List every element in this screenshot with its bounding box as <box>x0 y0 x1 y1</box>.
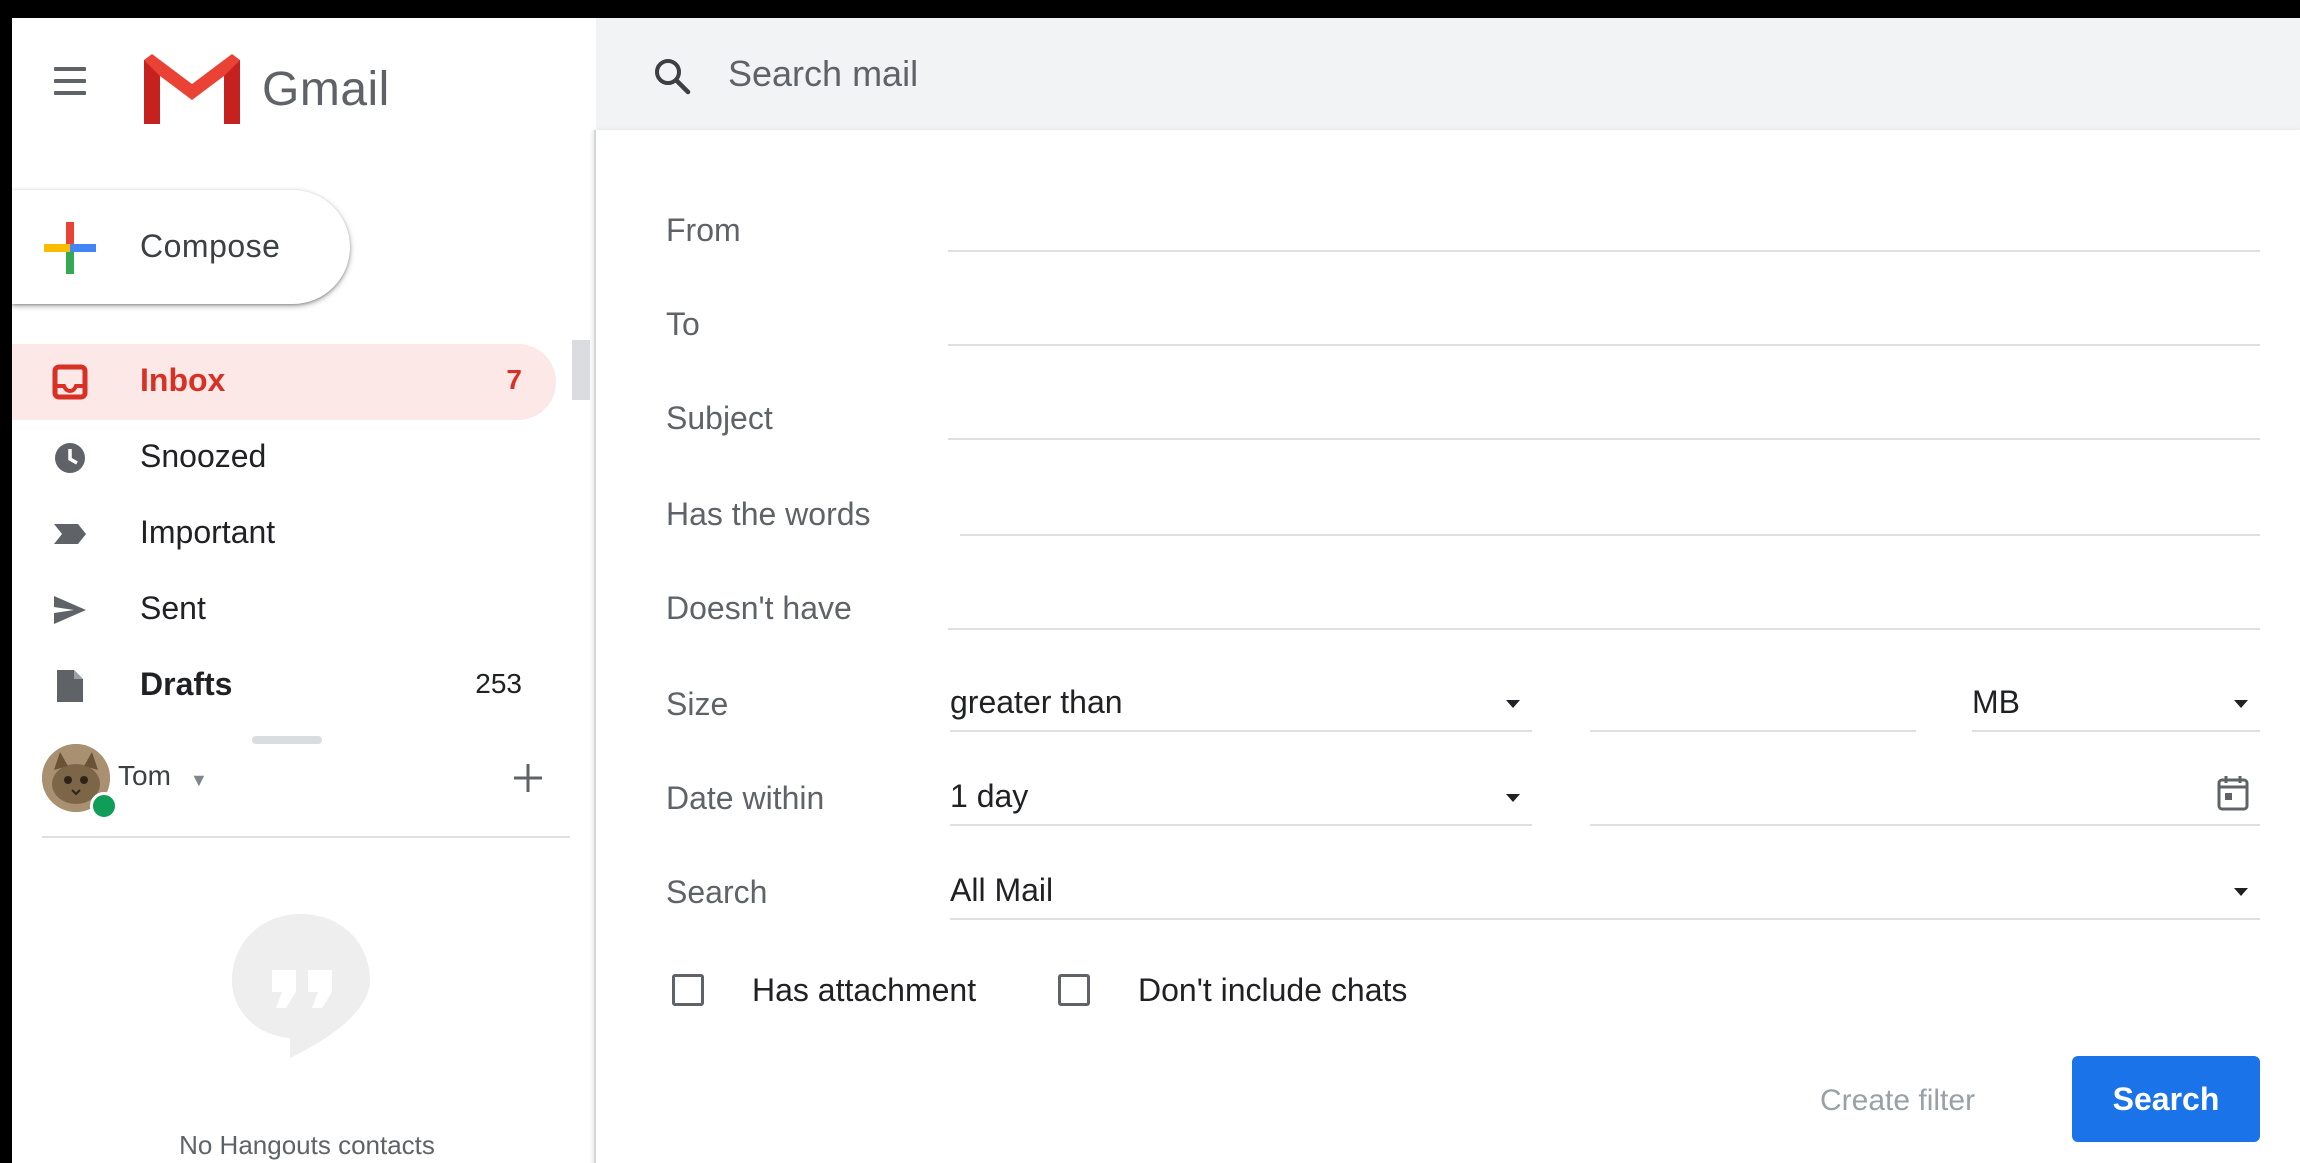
search-button[interactable]: Search <box>2072 1056 2260 1142</box>
sidebar-item-snoozed[interactable]: Snoozed <box>12 420 556 496</box>
clock-icon <box>55 443 85 473</box>
dont-include-chats-label[interactable]: Don't include chats <box>1138 972 1407 1009</box>
sidebar-item-inbox[interactable]: Inbox 7 <box>12 344 556 420</box>
has-attachment-label[interactable]: Has attachment <box>752 972 976 1009</box>
size-operator-select[interactable]: greater than <box>950 676 1532 732</box>
create-filter-button[interactable]: Create filter <box>1820 1084 1975 1118</box>
size-unit-select[interactable]: MB <box>1972 676 2260 732</box>
user-menu-caret-icon[interactable]: ▼ <box>190 770 208 791</box>
search-bar <box>596 18 2300 133</box>
search-input[interactable] <box>726 48 1430 100</box>
advanced-search-panel: From To Subject Has the words Doesn't ha… <box>594 130 2300 1163</box>
hangouts-divider <box>42 836 570 838</box>
sidebar-item-sent[interactable]: Sent <box>12 572 556 648</box>
dropdown-caret-icon <box>2234 888 2248 896</box>
date-field[interactable] <box>1590 774 2260 826</box>
dropdown-caret-icon <box>1506 794 1520 802</box>
size-value-field[interactable] <box>1590 680 1916 732</box>
has-words-label: Has the words <box>666 496 871 532</box>
dropdown-caret-icon <box>2234 700 2248 708</box>
app-frame: Gmail Compose Inbox 7 Snoozed <box>0 0 2300 1163</box>
dropdown-caret-icon <box>1506 700 1520 708</box>
unread-count: 7 <box>506 364 522 395</box>
compose-button[interactable]: Compose <box>12 190 350 304</box>
to-label: To <box>666 306 700 342</box>
app-header: Gmail <box>12 18 602 148</box>
from-label: From <box>666 212 741 248</box>
add-contact-icon[interactable] <box>508 758 548 798</box>
app-name: Gmail <box>262 63 390 116</box>
sidebar-item-label: Important <box>140 514 276 550</box>
dont-include-chats-checkbox[interactable] <box>1058 974 1090 1006</box>
to-field[interactable] <box>948 294 2260 346</box>
sidebar-resize-handle[interactable] <box>252 736 322 744</box>
search-in-select[interactable]: All Mail <box>950 864 2260 920</box>
sidebar-item-label: Inbox <box>140 362 226 398</box>
presence-indicator <box>90 792 118 820</box>
has-attachment-checkbox[interactable] <box>672 974 704 1006</box>
draft-icon <box>57 670 83 702</box>
size-operator-value: greater than <box>950 684 1123 720</box>
search-in-value: All Mail <box>950 872 1054 908</box>
no-hangouts-contacts-text: No Hangouts contacts <box>179 1130 435 1160</box>
date-within-label: Date within <box>666 780 825 816</box>
date-within-value: 1 day <box>950 778 1029 814</box>
search-icon[interactable] <box>652 56 692 96</box>
important-icon <box>54 524 86 544</box>
gmail-logo-icon[interactable] <box>142 50 242 126</box>
send-icon <box>54 596 86 624</box>
sidebar-item-important[interactable]: Important <box>12 496 556 572</box>
size-label: Size <box>666 686 729 722</box>
sidebar-item-label: Drafts <box>140 666 233 702</box>
size-unit-value: MB <box>1972 684 2020 720</box>
subject-label: Subject <box>666 400 773 436</box>
doesnt-have-label: Doesn't have <box>666 590 852 626</box>
search-in-label: Search <box>666 874 768 910</box>
has-words-field[interactable] <box>960 484 2260 536</box>
sidebar-item-label: Sent <box>140 590 206 626</box>
calendar-icon[interactable] <box>2216 774 2250 812</box>
sidebar-item-drafts[interactable]: Drafts 253 <box>12 648 556 724</box>
sidebar-scrollbar[interactable] <box>572 340 590 400</box>
main-menu-icon[interactable] <box>50 63 90 99</box>
sidebar-item-label: Snoozed <box>140 438 267 474</box>
subject-field[interactable] <box>948 388 2260 440</box>
date-within-select[interactable]: 1 day <box>950 770 1532 826</box>
compose-plus-icon <box>44 222 96 274</box>
from-field[interactable] <box>948 200 2260 252</box>
doesnt-have-field[interactable] <box>948 578 2260 630</box>
inbox-icon <box>52 364 88 400</box>
hangouts-user-name[interactable]: Tom <box>118 760 171 792</box>
drafts-count: 253 <box>475 668 522 699</box>
gmail-window: Gmail Compose Inbox 7 Snoozed <box>12 18 2300 1163</box>
compose-label: Compose <box>140 228 281 264</box>
hangouts-quote-icon <box>232 914 370 1058</box>
